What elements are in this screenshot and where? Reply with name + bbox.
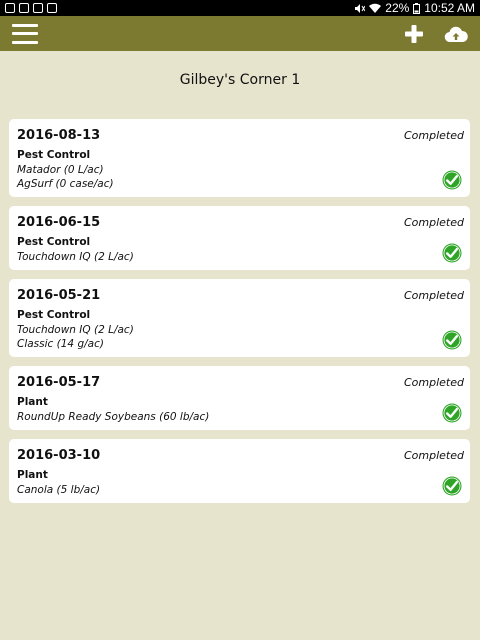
record-list: 2016-08-13 Completed Pest Control Matado… (9, 119, 470, 512)
record-card[interactable]: 2016-05-21 Completed Pest Control Touchd… (9, 279, 470, 357)
sync-button[interactable] (444, 22, 468, 46)
record-date: 2016-08-13 (17, 128, 101, 143)
record-product: RoundUp Ready Soybeans (60 lb/ac) (17, 411, 210, 423)
hamburger-menu-icon[interactable] (12, 23, 38, 44)
check-circle-icon (442, 170, 462, 190)
record-type: Plant (17, 396, 48, 408)
record-date: 2016-05-17 (17, 375, 101, 390)
record-status: Completed (404, 216, 464, 229)
record-product: Classic (14 g/ac) (17, 338, 104, 350)
record-status: Completed (404, 449, 464, 462)
notification-icon (47, 3, 57, 13)
battery-icon (413, 2, 421, 14)
record-type: Pest Control (17, 309, 91, 321)
record-date: 2016-06-15 (17, 215, 101, 230)
toolbar-actions (402, 22, 468, 46)
record-status: Completed (404, 289, 464, 302)
check-circle-icon (442, 403, 462, 423)
mute-icon (355, 3, 366, 13)
clock: 10:52 AM (424, 1, 475, 15)
record-product: Matador (0 L/ac) (17, 164, 104, 176)
cloud-upload-icon (444, 26, 468, 42)
notification-icons (5, 3, 57, 13)
check-circle-icon (442, 476, 462, 496)
record-date: 2016-05-21 (17, 288, 101, 303)
check-circle-icon (442, 243, 462, 263)
record-card[interactable]: 2016-08-13 Completed Pest Control Matado… (9, 119, 470, 197)
record-status: Completed (404, 129, 464, 142)
notification-icon (19, 3, 29, 13)
page-title: Gilbey's Corner 1 (179, 72, 301, 88)
record-type: Plant (17, 469, 48, 481)
battery-level: 22% (385, 1, 410, 15)
notification-icon (5, 3, 15, 13)
record-card[interactable]: 2016-05-17 Completed Plant RoundUp Ready… (9, 366, 470, 430)
record-product: Canola (5 lb/ac) (17, 484, 101, 496)
record-date: 2016-03-10 (17, 448, 101, 463)
add-record-button[interactable] (402, 22, 426, 46)
record-card[interactable]: 2016-06-15 Completed Pest Control Touchd… (9, 206, 470, 270)
record-card[interactable]: 2016-03-10 Completed Plant Canola (5 lb/… (9, 439, 470, 503)
status-bar: 22% 10:52 AM (0, 0, 480, 16)
app-toolbar (0, 16, 480, 51)
record-status: Completed (404, 376, 464, 389)
record-type: Pest Control (17, 149, 91, 161)
record-product: Touchdown IQ (2 L/ac) (17, 324, 134, 336)
plus-icon (405, 24, 423, 43)
check-circle-icon (442, 330, 462, 350)
record-type: Pest Control (17, 236, 91, 248)
record-product: AgSurf (0 case/ac) (17, 178, 114, 190)
wifi-icon (369, 3, 382, 13)
system-status: 22% 10:52 AM (354, 1, 475, 15)
notification-icon (33, 3, 43, 13)
record-product: Touchdown IQ (2 L/ac) (17, 251, 134, 263)
